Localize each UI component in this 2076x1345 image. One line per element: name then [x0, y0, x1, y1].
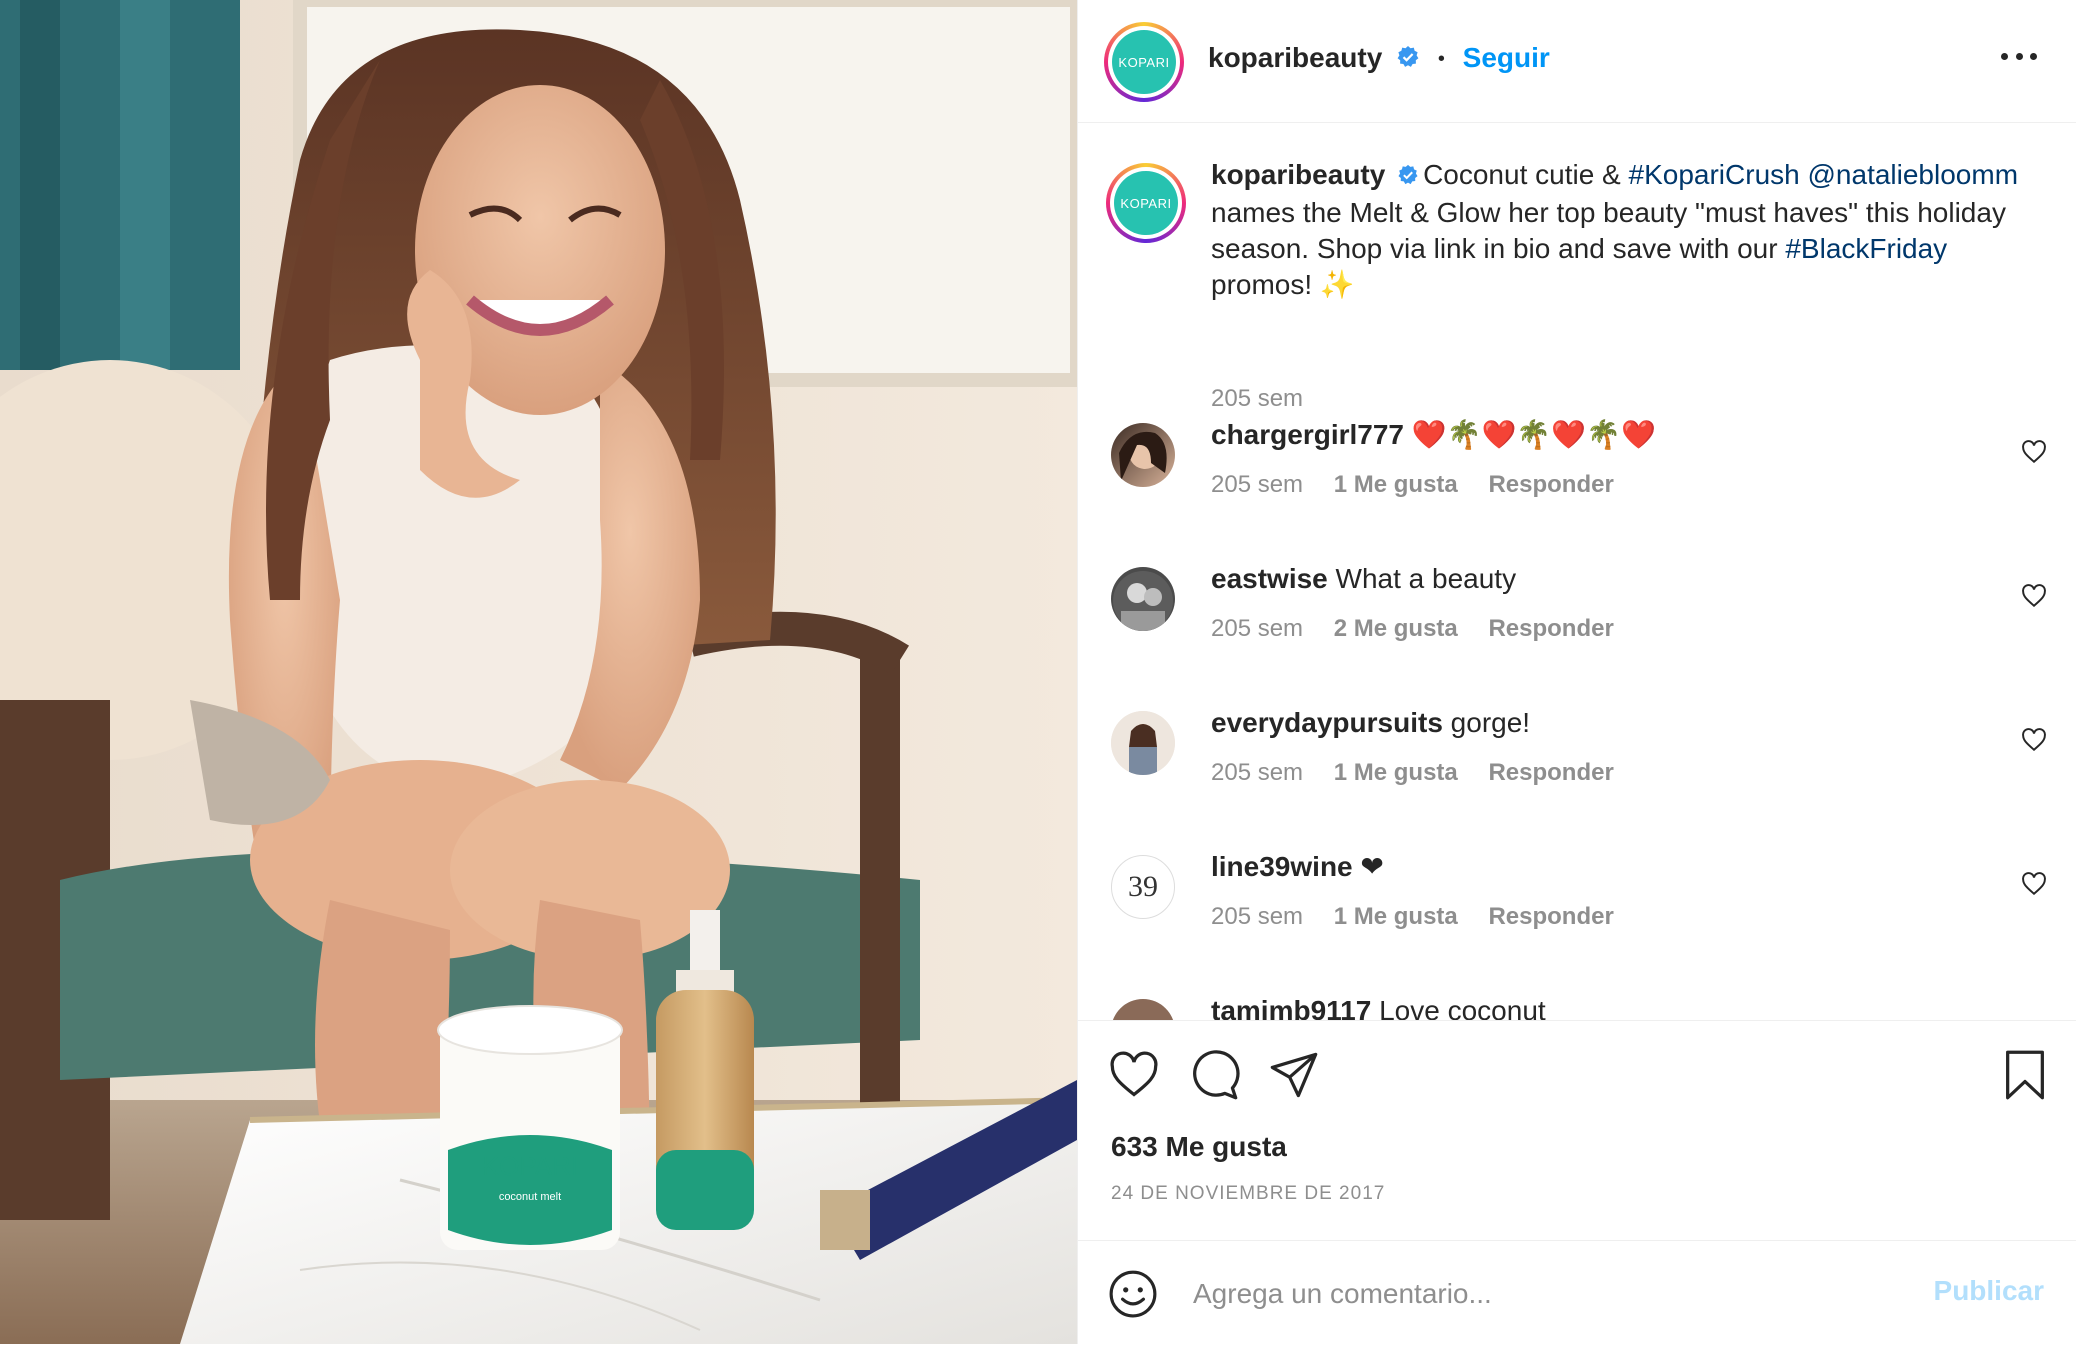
caption-avatar[interactable]: KOPARI: [1106, 163, 1186, 243]
instagram-post-view: KOPARI coconut melt KOPARI koparibeauty: [0, 0, 2076, 1344]
comment-body: ❤️🌴❤️🌴❤️🌴❤️: [1411, 419, 1656, 450]
publish-button[interactable]: Publicar: [1934, 1275, 2044, 1307]
caption-text-part: Coconut cutie &: [1423, 159, 1629, 190]
comment-row: everydaypursuits gorge! 205 sem 1 Me gus…: [1078, 707, 2076, 831]
line39-logo-icon: 39: [1128, 870, 1158, 903]
likes-count[interactable]: 633 Me gusta: [1111, 1131, 1287, 1163]
comment-body: gorge!: [1450, 707, 1531, 738]
reply-button[interactable]: Responder: [1488, 615, 1613, 642]
comment-like-heart-icon[interactable]: [2021, 727, 2047, 753]
comment-body: Love coconut: [1379, 995, 1546, 1020]
comment-meta: 205 sem 1 Me gusta Responder: [1211, 471, 1638, 499]
follow-button[interactable]: Seguir: [1463, 42, 1550, 73]
commenter-avatar[interactable]: [1111, 999, 1175, 1020]
post-actions: 633 Me gusta 24 DE NOVIEMBRE DE 2017: [1078, 1020, 2076, 1241]
comment-text: eastwise What a beauty: [1211, 561, 1997, 597]
post-photo[interactable]: KOPARI coconut melt: [0, 0, 1077, 1344]
jar-product-label: coconut melt: [499, 1191, 561, 1203]
hashtag-link[interactable]: #BlackFriday: [1785, 233, 1947, 264]
kopari-logo-icon: KOPARI: [1114, 171, 1178, 235]
save-bookmark-icon[interactable]: [1999, 1049, 2051, 1101]
commenter-username[interactable]: line39wine: [1211, 851, 1353, 882]
caption-meta: 205 sem: [1211, 385, 1327, 413]
emoji-smiley-icon[interactable]: [1108, 1269, 1158, 1319]
comment-input[interactable]: [1191, 1271, 1915, 1317]
more-options-button[interactable]: [2001, 50, 2037, 62]
comment-timestamp[interactable]: 205 sem: [1211, 903, 1303, 930]
comment-bubble-icon[interactable]: [1188, 1049, 1240, 1101]
comment-likes[interactable]: 1 Me gusta: [1334, 903, 1458, 930]
commenter-avatar[interactable]: [1111, 567, 1175, 631]
comment-text: line39wine ❤: [1211, 849, 1997, 885]
header-separator: •: [1437, 48, 1445, 71]
caption-row: KOPARI koparibeauty Coconut cutie & #Kop…: [1078, 159, 2076, 412]
more-dots-icon: [2001, 52, 2008, 60]
post-header: KOPARI koparibeauty • Seguir: [1078, 0, 2076, 123]
mention-link[interactable]: @nataliebloomm: [1808, 159, 2019, 190]
verified-badge-icon: [1396, 44, 1420, 76]
commenter-username[interactable]: everydaypursuits: [1211, 707, 1443, 738]
comment-likes[interactable]: 1 Me gusta: [1334, 759, 1458, 786]
post-date[interactable]: 24 DE NOVIEMBRE DE 2017: [1111, 1183, 1385, 1205]
jar-brand-label: KOPARI: [482, 1151, 578, 1181]
comment-text: everydaypursuits gorge!: [1211, 705, 1997, 741]
caption-timestamp[interactable]: 205 sem: [1211, 385, 1303, 412]
comment-row: tamimb9117 Love coconut: [1078, 995, 2076, 1020]
comment-like-heart-icon[interactable]: [2021, 583, 2047, 609]
comment-body: What a beauty: [1335, 563, 1517, 594]
comment-meta: 205 sem 1 Me gusta Responder: [1211, 759, 1638, 787]
comment-meta: 205 sem 2 Me gusta Responder: [1211, 615, 1638, 643]
caption-username[interactable]: koparibeauty: [1211, 159, 1385, 190]
comment-timestamp[interactable]: 205 sem: [1211, 471, 1303, 498]
commenter-username[interactable]: chargergirl777: [1211, 419, 1404, 450]
add-comment-bar: Publicar: [1078, 1240, 2076, 1345]
comment-body: ❤: [1360, 851, 1384, 882]
share-paper-plane-icon[interactable]: [1268, 1049, 1320, 1101]
comment-meta: 205 sem 1 Me gusta Responder: [1211, 903, 1638, 931]
comment-row: eastwise What a beauty 205 sem 2 Me gust…: [1078, 563, 2076, 687]
reply-button[interactable]: Responder: [1488, 903, 1613, 930]
comment-like-heart-icon[interactable]: [2021, 439, 2047, 465]
comment-text: tamimb9117 Love coconut: [1211, 993, 1997, 1020]
comment-like-heart-icon[interactable]: [2021, 871, 2047, 897]
verified-badge-icon: [1397, 159, 1419, 195]
comment-timestamp[interactable]: 205 sem: [1211, 615, 1303, 642]
commenter-username[interactable]: eastwise: [1211, 563, 1328, 594]
kopari-logo-icon: KOPARI: [1112, 30, 1176, 94]
comment-row: 39 line39wine ❤ 205 sem 1 Me gusta Respo…: [1078, 851, 2076, 975]
comment-row: chargergirl777 ❤️🌴❤️🌴❤️🌴❤️ 205 sem 1 Me …: [1078, 419, 2076, 543]
post-side-panel: KOPARI koparibeauty • Seguir KOPARI kopa…: [1077, 0, 2076, 1344]
author-username[interactable]: koparibeauty: [1208, 42, 1382, 73]
commenter-avatar[interactable]: [1111, 711, 1175, 775]
like-heart-icon[interactable]: [1108, 1049, 1160, 1101]
commenter-avatar[interactable]: 39: [1111, 855, 1175, 919]
comment-likes[interactable]: 1 Me gusta: [1334, 471, 1458, 498]
comment-text: chargergirl777 ❤️🌴❤️🌴❤️🌴❤️: [1211, 417, 1997, 453]
commenter-username[interactable]: tamimb9117: [1211, 995, 1371, 1020]
comment-likes[interactable]: 2 Me gusta: [1334, 615, 1458, 642]
author-avatar[interactable]: KOPARI: [1104, 22, 1184, 102]
hashtag-link[interactable]: #KopariCrush: [1629, 159, 1800, 190]
reply-button[interactable]: Responder: [1488, 759, 1613, 786]
caption-text: koparibeauty Coconut cutie & #KopariCrus…: [1211, 157, 2047, 303]
caption-text-part: promos! ✨: [1211, 268, 1355, 300]
comments-list[interactable]: KOPARI koparibeauty Coconut cutie & #Kop…: [1078, 123, 2076, 1020]
commenter-avatar[interactable]: [1111, 423, 1175, 487]
post-image: KOPARI coconut melt: [0, 0, 1077, 1344]
comment-timestamp[interactable]: 205 sem: [1211, 759, 1303, 786]
reply-button[interactable]: Responder: [1488, 471, 1613, 498]
